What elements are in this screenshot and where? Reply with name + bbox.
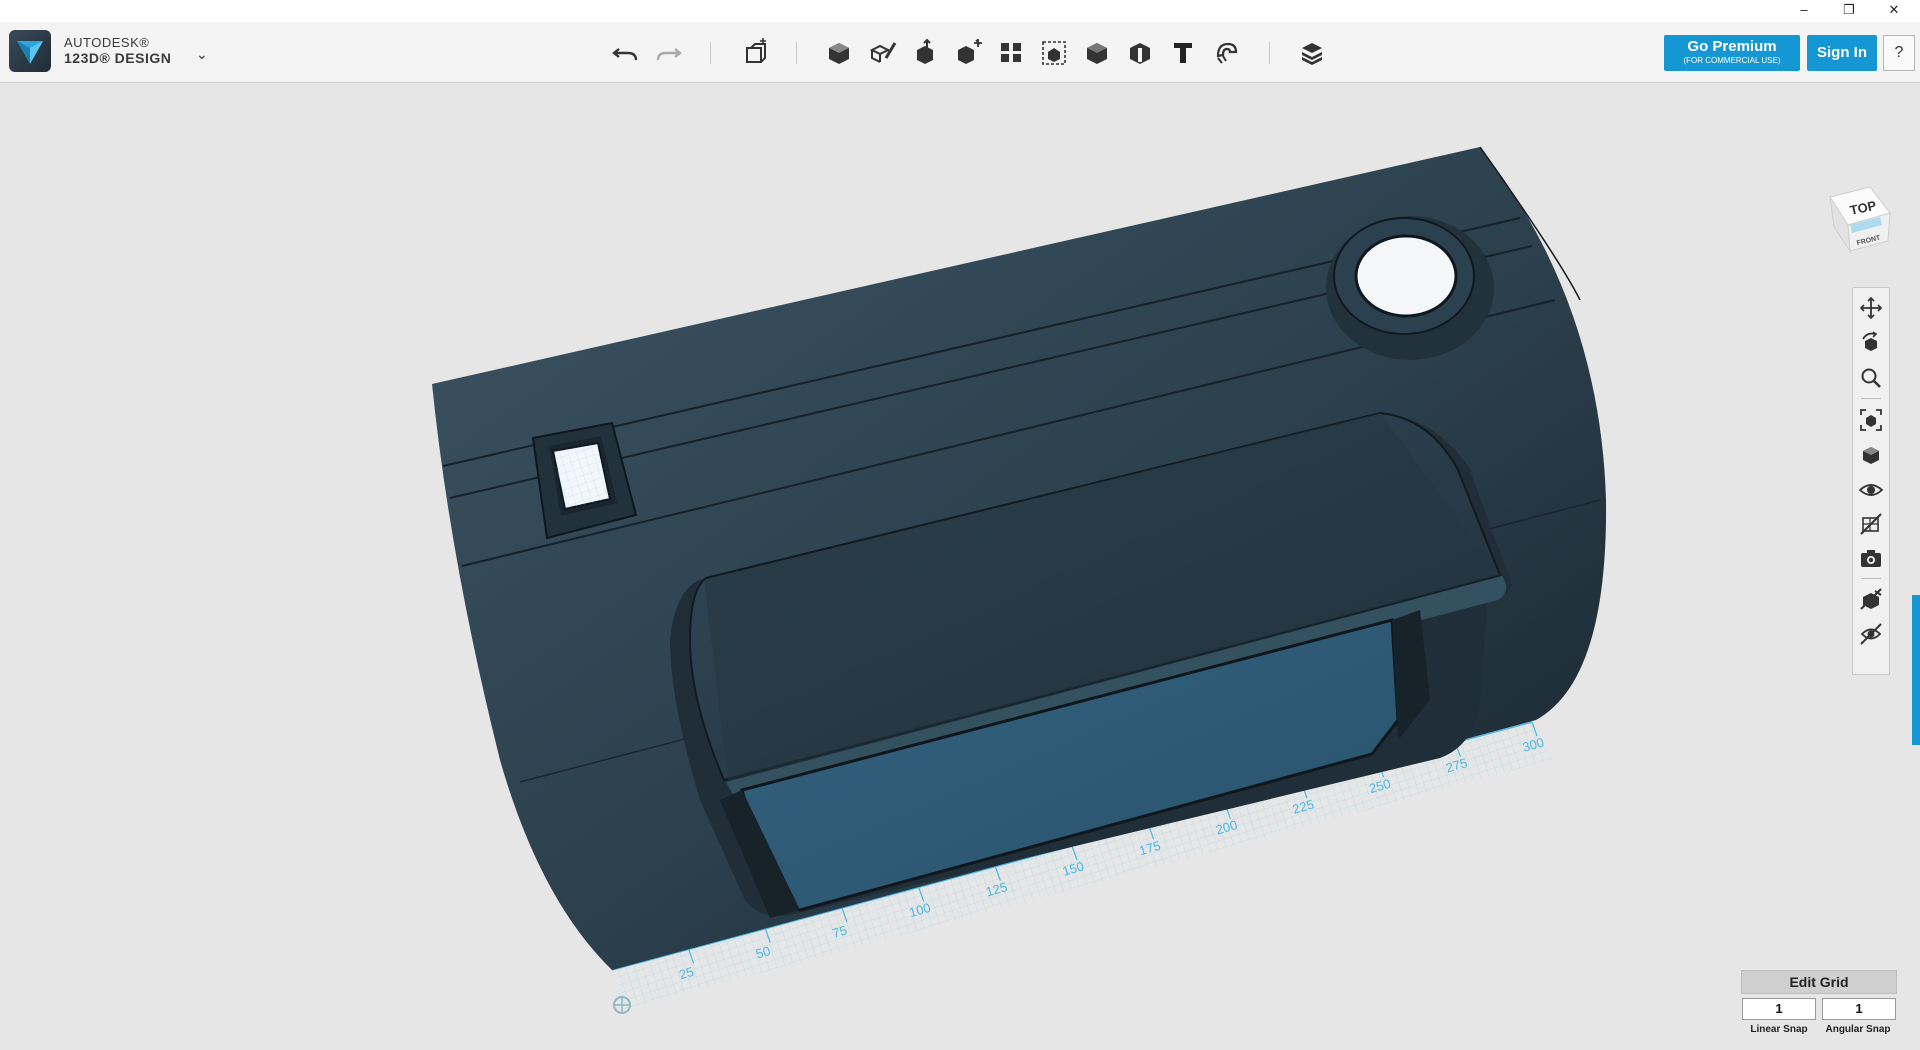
snap-icon[interactable] [1210,36,1242,68]
measure-icon[interactable] [1124,36,1156,68]
help-button[interactable]: ? [1883,35,1915,71]
go-premium-button[interactable]: Go Premium (FOR COMMERCIAL USE) [1664,35,1800,71]
grouping-icon[interactable] [1038,36,1070,68]
nav-separator [1861,398,1881,399]
pattern-icon[interactable] [995,36,1027,68]
sketch-icon[interactable] [866,36,898,68]
toolbar-separator [1269,42,1270,64]
linear-snap-field[interactable]: 1 [1742,998,1816,1020]
3d-viewport[interactable]: 25 50 75 100 125 150 175 200 225 250 275 300 [0,83,1920,1050]
app-brand: AUTODESK® 123D® DESIGN [64,35,172,67]
combine-icon[interactable] [1081,36,1113,68]
sign-in-button[interactable]: Sign In [1807,35,1877,71]
go-premium-sublabel: (FOR COMMERCIAL USE) [1683,56,1781,65]
brand-product: 123D® DESIGN [64,50,172,66]
screenshot-icon[interactable] [1857,544,1885,572]
undo-icon[interactable] [610,36,642,68]
side-panel-tab[interactable] [1912,595,1920,745]
navigation-bar [1852,287,1890,675]
redo-icon[interactable] [652,36,684,68]
modify-icon[interactable] [952,36,984,68]
minimize-button[interactable]: – [1784,0,1824,22]
close-button[interactable]: ✕ [1874,0,1914,22]
round-port-hole [1354,234,1458,318]
hide-sketch-icon[interactable] [1857,510,1885,538]
app-logo-icon[interactable] [9,30,51,72]
material-icon[interactable] [1296,36,1328,68]
main-toolbar: AUTODESK® 123D® DESIGN ⌄ Go Premium (FOR… [0,22,1920,83]
fit-icon[interactable] [1857,406,1885,434]
edit-grid-button[interactable]: Edit Grid [1741,970,1897,994]
nav-separator [1861,578,1881,579]
zoom-icon[interactable] [1857,364,1885,392]
view-cube[interactable]: TOP FRONT [1826,183,1892,253]
model-scene[interactable]: 255075100125150175200225250275300 [0,83,1920,1050]
angular-snap-field[interactable]: 1 [1822,998,1896,1020]
restore-button[interactable]: ❐ [1829,0,1869,22]
app-menu-chevron-down-icon[interactable]: ⌄ [196,46,208,63]
pan-icon[interactable] [1857,294,1885,322]
toolbar-separator [710,42,711,64]
transform-icon[interactable] [739,36,771,68]
brand-company: AUTODESK® [64,35,150,50]
grid-panel: Edit Grid 1 1 Linear Snap Angular Snap [1741,970,1897,1042]
text-icon[interactable] [1167,36,1199,68]
title-bar: – ❐ ✕ [0,0,1920,22]
angular-snap-label: Angular Snap [1825,1024,1891,1035]
orbit-icon[interactable] [1857,329,1885,357]
construct-icon[interactable] [909,36,941,68]
go-premium-label: Go Premium [1687,38,1777,55]
outlines-icon[interactable] [1857,620,1885,648]
linear-snap-label: Linear Snap [1750,1024,1808,1035]
visibility-icon[interactable] [1857,476,1885,504]
views-icon[interactable] [1857,441,1885,469]
toolbar-separator [796,42,797,64]
materials-visibility-icon[interactable] [1857,585,1885,613]
primitives-icon[interactable] [823,36,855,68]
